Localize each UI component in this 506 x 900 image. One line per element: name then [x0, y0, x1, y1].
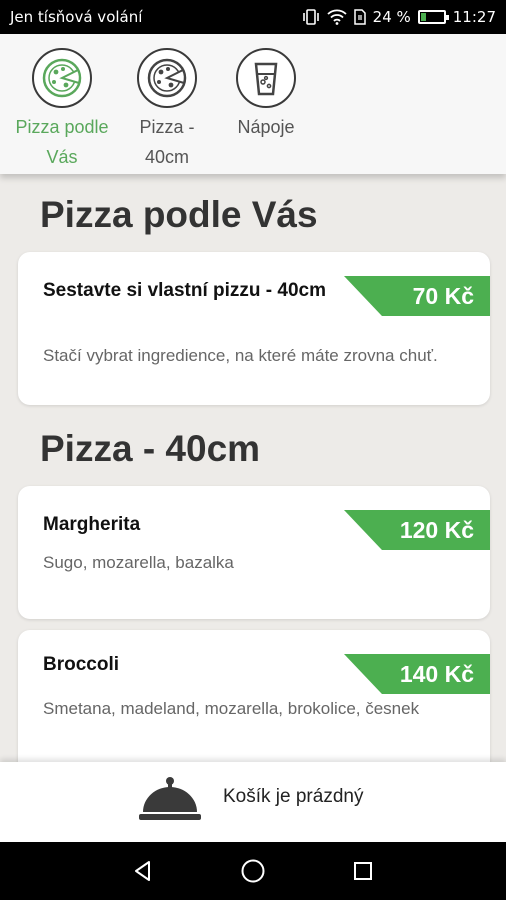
wifi-icon	[327, 9, 347, 25]
status-icons: 24 % 11:27	[302, 8, 496, 26]
menu-item-card[interactable]: Sestavte si vlastní pizzu - 40cm 70 Kč S…	[18, 252, 490, 405]
section-title: Pizza - 40cm	[40, 428, 261, 469]
category-bar: Pizza podle Vás Pizza - 40cm Nápoje	[0, 34, 506, 174]
pizza-icon	[137, 48, 197, 108]
item-description: Smetana, madeland, mozarella, brokolice,…	[43, 699, 420, 718]
drink-icon	[236, 48, 296, 108]
item-price: 120 Kč	[344, 510, 490, 550]
sim-icon	[353, 9, 366, 25]
vibrate-icon	[302, 9, 320, 25]
status-bar: Jen tísňová volání 24 % 11:27	[0, 0, 506, 34]
item-price: 70 Kč	[344, 276, 490, 316]
category-label: Pizza podle Vás	[15, 117, 109, 167]
item-price: 140 Kč	[344, 654, 490, 694]
cart-bar[interactable]: Košík je prázdný	[0, 762, 506, 842]
battery-icon	[417, 10, 449, 24]
home-icon[interactable]	[228, 846, 278, 896]
menu-item-card[interactable]: Margherita 120 Kč Sugo, mozarella, bazal…	[18, 486, 490, 619]
system-nav-bar	[0, 842, 506, 900]
clock: 11:27	[452, 8, 496, 26]
recents-icon[interactable]	[338, 846, 388, 896]
pizza-icon	[32, 48, 92, 108]
item-name: Margherita	[43, 514, 141, 535]
item-description: Stačí vybrat ingredience, na které máte …	[43, 346, 438, 365]
back-icon[interactable]	[118, 846, 168, 896]
menu-list[interactable]: Pizza podle Vás Sestavte si vlastní pizz…	[0, 174, 506, 762]
item-name: Broccoli	[43, 654, 120, 675]
category-napoje[interactable]: Nápoje	[226, 48, 306, 142]
battery-percent: 24 %	[372, 8, 411, 26]
section-title: Pizza podle Vás	[40, 194, 318, 235]
cloche-icon	[137, 774, 203, 830]
category-pizza-podle-vas[interactable]: Pizza podle Vás	[8, 48, 116, 172]
item-name: Sestavte si vlastní pizzu - 40cm	[43, 280, 327, 301]
category-label: Nápoje	[237, 117, 295, 137]
menu-item-card[interactable]: Broccoli 140 Kč Smetana, madeland, mozar…	[18, 630, 490, 762]
category-label: Pizza - 40cm	[139, 117, 195, 167]
category-pizza-40cm[interactable]: Pizza - 40cm	[131, 48, 203, 172]
item-description: Sugo, mozarella, bazalka	[43, 553, 234, 572]
carrier-text: Jen tísňová volání	[10, 8, 143, 26]
cart-status: Košík je prázdný	[223, 786, 364, 807]
